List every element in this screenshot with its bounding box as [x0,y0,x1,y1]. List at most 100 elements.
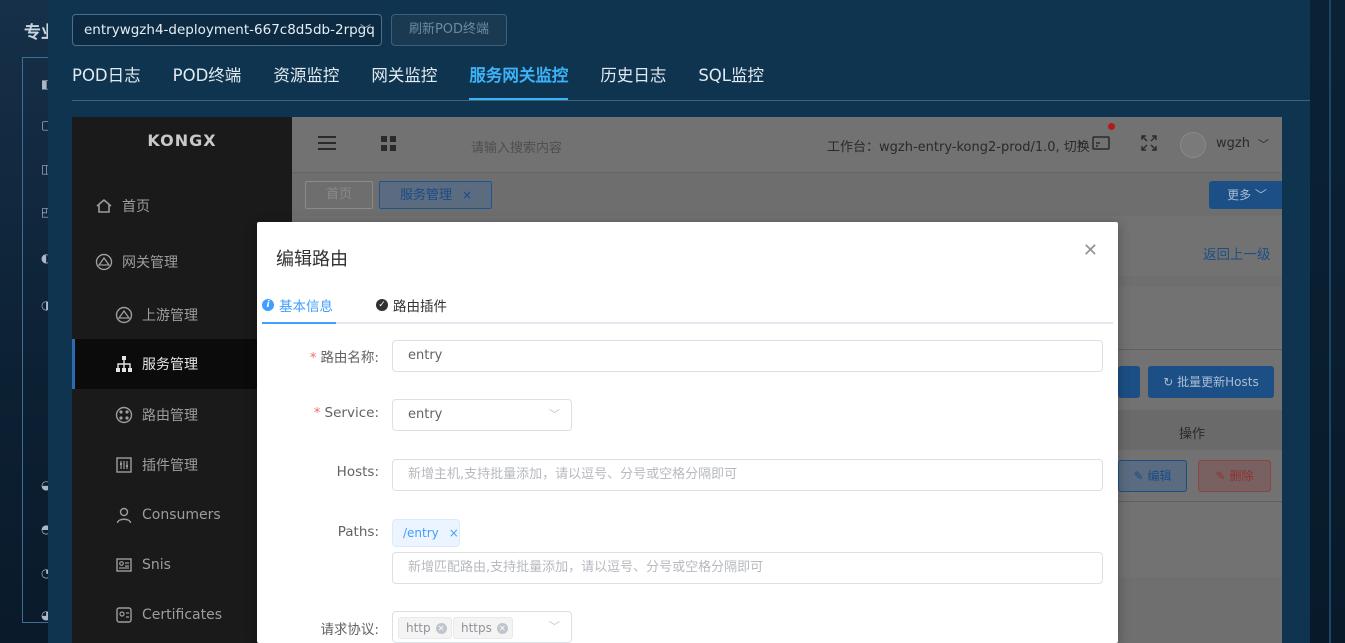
sni-icon [114,555,134,575]
service-label: * Service: [257,405,379,421]
chevron-right-icon[interactable]: › [1077,133,1083,152]
tags-view: 首页 服务管理 × 更多 ﹀ [292,172,1282,216]
background-icon: ◒ [41,478,48,492]
info-icon: i [262,299,274,311]
tab-resource-monitor[interactable]: 资源监控 [273,62,339,100]
fullscreen-icon[interactable] [1141,135,1157,155]
protocol-tag-label: http [406,621,431,635]
sidebar-item-label: 插件管理 [142,458,198,474]
tab-route-plugins[interactable]: ✓ 路由插件 [376,295,447,315]
path-tag: /entry × [392,519,460,547]
service-select[interactable]: entry ﹀ [392,399,572,431]
certificate-icon [114,605,134,625]
tag-home[interactable]: 首页 [305,181,373,209]
paths-input[interactable]: 新增匹配路由,支持批量添加，请以逗号、分号或空格分隔即可 [392,552,1103,584]
delete-button-label: 删除 [1229,469,1254,483]
tab-sql-monitor[interactable]: SQL监控 [698,62,764,100]
sidebar-item-label: Certificates [142,607,223,623]
required-mark: * [313,405,321,421]
app-logo: KONGX [147,131,217,150]
monitor-icon[interactable] [1092,135,1110,155]
hamburger-menu-icon[interactable] [317,135,337,155]
tab-history-log[interactable]: 历史日志 [600,62,666,100]
background-icon: ◫ [41,162,48,176]
tag-service-label: 服务管理 [400,188,453,203]
avatar[interactable] [1180,132,1206,158]
sidebar-item-label: 路由管理 [142,408,198,424]
chevron-down-icon: ﹀ [549,408,560,421]
back-link[interactable]: 返回上一级 [1203,243,1271,263]
search-input[interactable]: 请输入搜索内容 [471,137,562,156]
action-button[interactable] [1118,366,1140,398]
background-icon: ◧ [41,77,48,91]
background-left-panel: 专业 ◧ ▢ ◫ ◰ ◐ ◑ ◒ ◓ ◔ ◕ [0,0,62,643]
tab-pod-log[interactable]: POD日志 [72,62,141,100]
hosts-input[interactable]: 新增主机,支持批量添加，请以逗号、分号或空格分隔即可 [392,459,1103,491]
route-name-label-text: 路由名称: [320,350,379,366]
workspace-switcher[interactable]: 工作台：wgzh-entry-kong2-prod/1.0, 切换 [827,136,1090,155]
sidebar-item-label: Consumers [142,507,221,523]
tab-basic-info[interactable]: i 基本信息 [262,295,333,315]
dialog-tabs: i 基本信息 ✓ 路由插件 [262,291,1113,324]
background-icon: ◓ [41,522,48,536]
tag-service[interactable]: 服务管理 × [379,181,492,209]
background-icon: ◔ [41,566,48,580]
close-icon[interactable]: ✕ [435,623,447,634]
upstream-icon [114,305,134,325]
user-icon [114,505,134,525]
route-icon [114,405,134,425]
sidebar-item-label: 首页 [122,199,150,215]
protocol-tag-http: http ✕ [398,617,452,639]
username[interactable]: wgzh [1216,136,1250,151]
dialog-title: 编辑路由 [276,249,348,270]
pod-selector[interactable]: entrywgzh4-deployment-667c8d5db-2rpgq ﹀ [72,14,382,46]
tab-service-gateway-monitor[interactable]: 服务网关监控 [469,62,569,100]
home-icon [94,196,114,216]
column-header-operation: 操作 [1179,427,1206,442]
table-row [1118,501,1282,502]
background-icon: ◐ [41,251,48,265]
tab-basic-info-label: 基本信息 [279,299,333,315]
close-icon[interactable]: × [449,526,459,540]
chevron-down-icon: ﹀ [549,620,560,633]
background-divider [1329,0,1331,643]
service-label-text: Service: [324,405,379,421]
tab-gateway-monitor[interactable]: 网关监控 [371,62,437,100]
protocols-label: 请求协议: [320,622,379,638]
tab-pod-terminal[interactable]: POD终端 [173,62,242,100]
notification-dot [1108,123,1115,130]
refresh-pod-terminal-button[interactable]: 刷新POD终端 [391,14,507,46]
grid-icon[interactable] [381,136,396,155]
background-icon: ◑ [41,298,48,312]
background-icon: ◰ [41,205,48,219]
background-icon: ▢ [41,118,48,132]
pod-tabs: POD日志 POD终端 资源监控 网关监控 服务网关监控 历史日志 SQL监控 [72,62,796,100]
close-icon[interactable]: × [462,188,472,202]
background-right-panel [1310,0,1345,643]
close-icon[interactable]: ✕ [496,623,508,634]
route-name-input[interactable]: entry [392,340,1103,372]
batch-update-hosts-label: 批量更新Hosts [1177,375,1259,389]
delete-button[interactable]: ✎ 删除 [1198,460,1271,492]
batch-update-hosts-button[interactable]: ↻ 批量更新Hosts [1148,366,1274,398]
paths-label: Paths: [337,524,379,540]
edit-route-dialog: 编辑路由 ✕ i 基本信息 ✓ 路由插件 * 路由名称: entry * Servi… [257,222,1118,643]
divider [1117,349,1282,350]
close-icon[interactable]: ✕ [1083,240,1098,261]
edit-icon: ✎ [1133,469,1144,483]
tab-route-plugins-label: 路由插件 [393,299,447,315]
chevron-down-icon[interactable]: ﹀ [1258,136,1269,152]
service-tree-icon [114,354,134,374]
protocols-select[interactable]: http ✕ https ✕ ﹀ [392,611,572,643]
edit-button[interactable]: ✎ 编辑 [1118,460,1187,492]
chevron-down-icon: ﹀ [360,23,371,36]
plugin-icon [114,455,134,475]
pod-selector-value: entrywgzh4-deployment-667c8d5db-2rpgq [84,22,375,38]
required-mark: * [309,350,317,366]
sidebar-item-label: 网关管理 [122,255,178,271]
protocol-tag-label: https [461,621,492,635]
check-circle-icon: ✓ [376,299,388,311]
more-button[interactable]: 更多 ﹀ [1209,181,1282,209]
background-icon: ◕ [41,608,48,622]
sidebar-item-label: 服务管理 [142,357,198,373]
